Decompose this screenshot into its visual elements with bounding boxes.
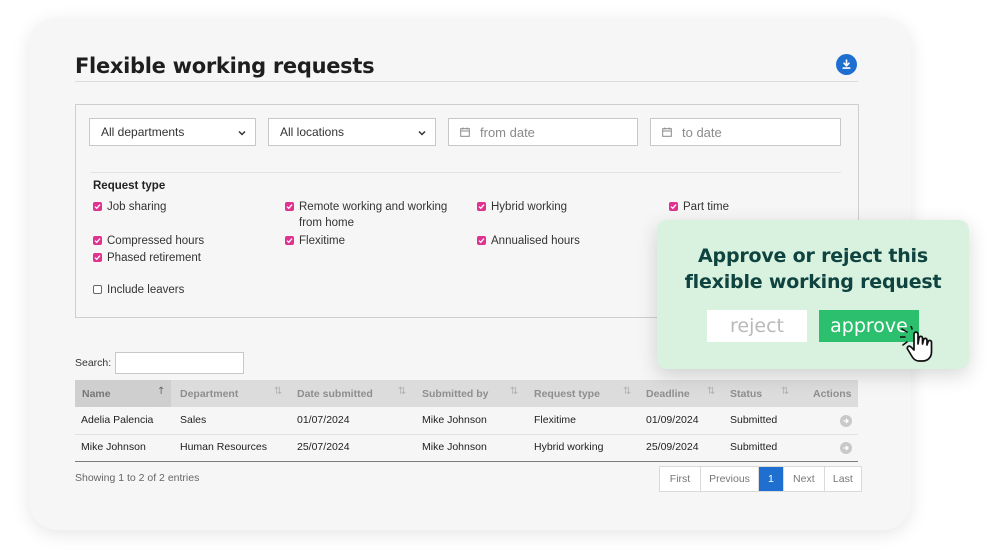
to-date-placeholder: to date <box>682 124 722 140</box>
column-header-deadline[interactable]: Deadline <box>646 380 690 407</box>
checkbox-label: Flexitime <box>299 235 346 247</box>
hand-pointer-icon <box>899 325 944 368</box>
filter-divider <box>91 172 841 173</box>
department-select[interactable]: All departments <box>89 118 256 146</box>
checkbox-checked-icon <box>93 253 102 262</box>
checkbox-checked-icon <box>93 236 102 245</box>
column-header-status[interactable]: Status <box>730 380 762 407</box>
location-select[interactable]: All locations <box>268 118 436 146</box>
table-bottom-border <box>75 461 858 462</box>
cell-deadline: 25/09/2024 <box>646 441 699 453</box>
checkbox-label: Annualised hours <box>491 235 580 247</box>
checkbox-job-sharing[interactable]: Job sharing <box>93 199 166 215</box>
sort-icon: ⇅ <box>274 386 283 397</box>
department-select-value: All departments <box>101 125 185 139</box>
cell-status: Submitted <box>730 441 778 453</box>
column-header-submitted-by[interactable]: Submitted by <box>422 380 489 407</box>
reject-button[interactable]: reject <box>707 310 807 342</box>
column-header-department[interactable]: Department <box>180 380 238 407</box>
download-button[interactable] <box>836 54 857 75</box>
pagination: First Previous 1 Next Last <box>659 466 862 492</box>
chevron-down-icon <box>417 127 427 141</box>
download-icon <box>841 55 852 74</box>
column-header-request-type[interactable]: Request type <box>534 380 600 407</box>
calendar-icon <box>662 127 672 137</box>
sort-asc-icon: ↑ <box>157 386 166 397</box>
pagination-last[interactable]: Last <box>825 467 861 491</box>
checkbox-checked-icon <box>285 202 294 211</box>
chevron-down-icon <box>237 127 247 141</box>
checkbox-checked-icon <box>93 202 102 211</box>
checkbox-hybrid-working[interactable]: Hybrid working <box>477 199 567 215</box>
checkbox-part-time[interactable]: Part time <box>669 199 729 215</box>
sort-icon: ⇅ <box>781 386 790 397</box>
checkbox-checked-icon <box>669 202 678 211</box>
location-select-value: All locations <box>280 125 345 139</box>
cell-date-submitted: 25/07/2024 <box>297 441 350 453</box>
checkbox-flexitime[interactable]: Flexitime <box>285 233 345 249</box>
cell-name: Adelia Palencia <box>81 414 154 426</box>
page-title: Flexible working requests <box>75 54 375 78</box>
from-date-input[interactable]: from date <box>448 118 638 146</box>
to-date-input[interactable]: to date <box>650 118 841 146</box>
cell-department: Sales <box>180 414 207 426</box>
checkbox-annualised-hours[interactable]: Annualised hours <box>477 233 580 249</box>
sort-icon: ⇅ <box>398 386 407 397</box>
checkbox-checked-icon <box>477 202 486 211</box>
request-type-label: Request type <box>93 180 166 192</box>
sort-icon: ⇅ <box>510 386 519 397</box>
from-date-placeholder: from date <box>480 124 535 140</box>
checkbox-label: Job sharing <box>107 201 167 213</box>
title-divider <box>75 81 858 82</box>
checkbox-label: Hybrid working <box>491 201 568 213</box>
cell-status: Submitted <box>730 414 778 426</box>
arrow-right-circle-icon[interactable] <box>840 415 852 427</box>
checkbox-empty-icon <box>93 285 102 294</box>
pagination-previous[interactable]: Previous <box>701 467 759 491</box>
cell-request-type: Flexitime <box>534 414 577 426</box>
checkbox-checked-icon <box>477 236 486 245</box>
column-header-actions: Actions <box>813 387 852 400</box>
checkbox-label: Remote working and working from home <box>299 201 448 229</box>
cell-name: Mike Johnson <box>81 441 146 453</box>
cell-submitted-by: Mike Johnson <box>422 414 487 426</box>
checkbox-phased-retirement[interactable]: Phased retirement <box>93 250 201 266</box>
row-divider <box>75 434 858 435</box>
cell-submitted-by: Mike Johnson <box>422 441 487 453</box>
checkbox-label: Part time <box>683 201 730 213</box>
pagination-next[interactable]: Next <box>784 467 825 491</box>
sort-icon: ⇅ <box>707 386 716 397</box>
pagination-page-1[interactable]: 1 <box>759 467 784 491</box>
callout-title-line-1: Approve or reject this <box>698 245 928 267</box>
arrow-right-circle-icon[interactable] <box>840 442 852 454</box>
search-input[interactable] <box>115 352 244 374</box>
checkbox-checked-icon <box>285 236 294 245</box>
sort-icon: ⇅ <box>623 386 632 397</box>
callout-title: Approve or reject this flexible working … <box>657 243 969 295</box>
cell-deadline: 01/09/2024 <box>646 414 699 426</box>
search-label: Search: <box>75 357 112 369</box>
checkbox-include-leavers[interactable]: Include leavers <box>93 282 184 298</box>
callout-title-line-2: flexible working request <box>684 271 942 293</box>
checkbox-label: Compressed hours <box>107 235 205 247</box>
cell-request-type: Hybrid working <box>534 441 604 453</box>
checkbox-remote-working[interactable]: Remote working and working from home <box>285 199 465 231</box>
cell-date-submitted: 01/07/2024 <box>297 414 350 426</box>
cell-department: Human Resources <box>180 441 267 453</box>
entries-info: Showing 1 to 2 of 2 entries <box>75 472 200 484</box>
checkbox-label: Phased retirement <box>107 252 201 264</box>
column-header-date-submitted[interactable]: Date submitted <box>297 380 373 407</box>
checkbox-label: Include leavers <box>107 284 185 296</box>
calendar-icon <box>460 127 470 137</box>
checkbox-compressed-hours[interactable]: Compressed hours <box>93 233 204 249</box>
pagination-first[interactable]: First <box>660 467 701 491</box>
